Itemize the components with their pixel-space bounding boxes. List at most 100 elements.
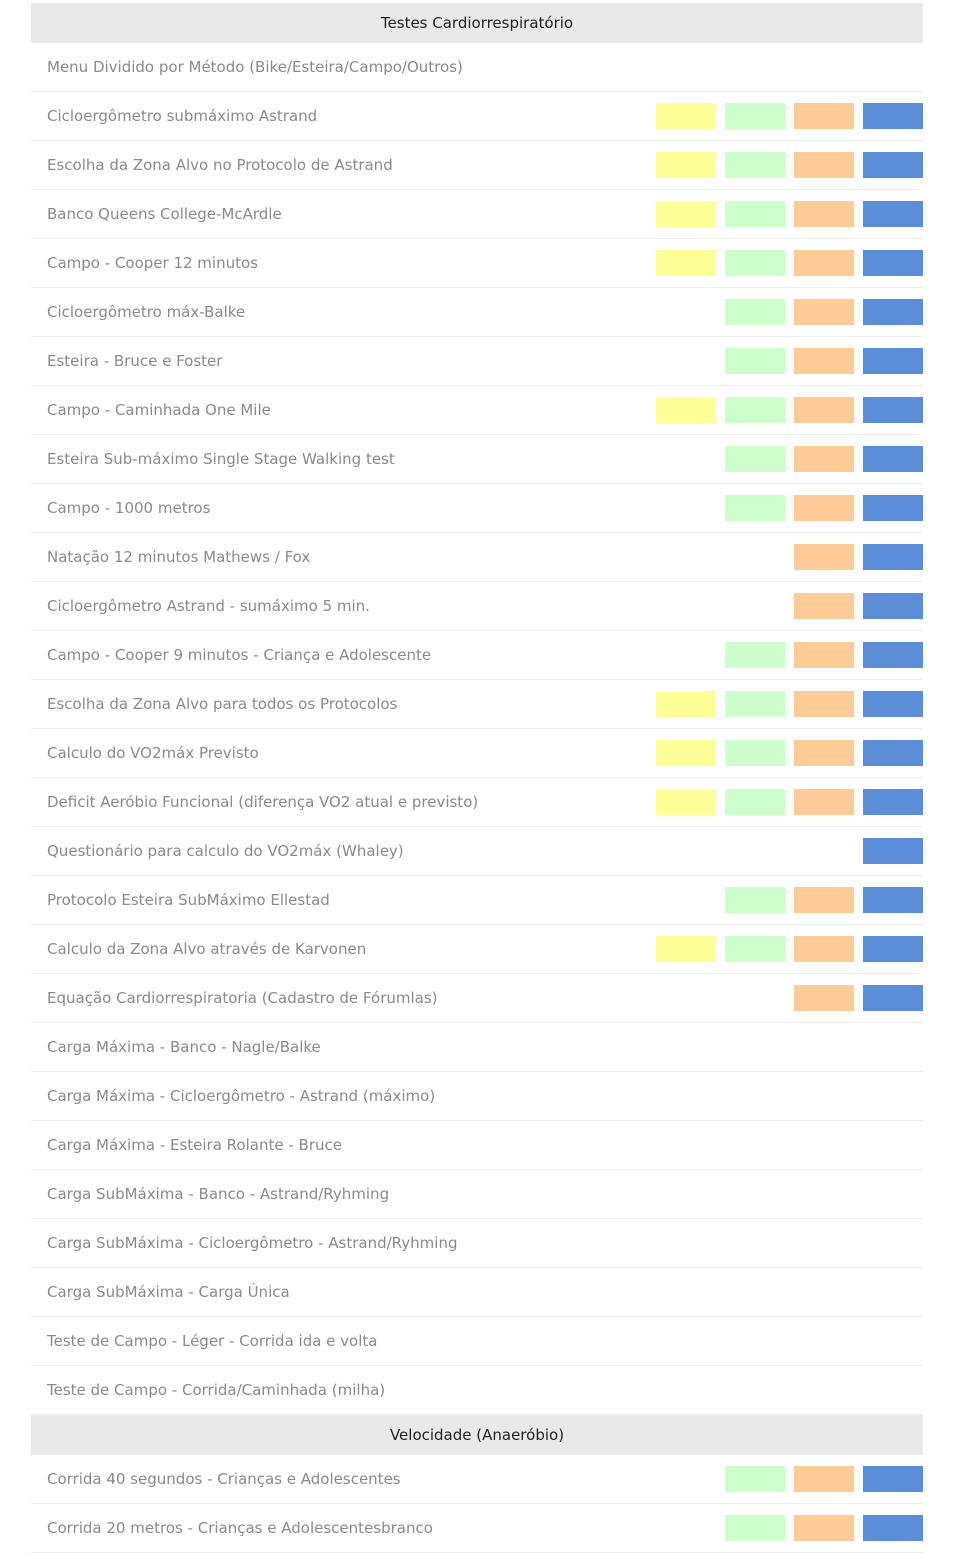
plan-indicators xyxy=(656,1132,923,1158)
table-row: Campo - Cooper 12 minutos xyxy=(31,239,923,288)
table-row: Carga SubMáxima - Banco - Astrand/Ryhmin… xyxy=(31,1170,923,1219)
plan-indicators xyxy=(656,1279,923,1305)
table-row: Questionário para calculo do VO2máx (Wha… xyxy=(31,827,923,876)
orange-box xyxy=(794,348,854,374)
orange-box xyxy=(794,740,854,766)
plan-indicators xyxy=(656,299,923,325)
table-row: Natação 12 minutos Mathews / Fox xyxy=(31,533,923,582)
yellow-box xyxy=(656,103,716,129)
plan-indicators xyxy=(656,1083,923,1109)
table-row: Campo - Cooper 9 minutos - Criança e Ado… xyxy=(31,631,923,680)
blue-box xyxy=(863,740,923,766)
table-row: Corrida 40 segundos - Crianças e Adolesc… xyxy=(31,1455,923,1504)
green-box xyxy=(725,152,785,178)
table-row: Esteira Sub-máximo Single Stage Walking … xyxy=(31,435,923,484)
plan-indicators xyxy=(656,642,923,668)
row-label: Campo - 1000 metros xyxy=(47,499,211,517)
table-row: Carga SubMáxima - Carga Única xyxy=(31,1268,923,1317)
blue-box xyxy=(863,642,923,668)
row-label: Questionário para calculo do VO2máx (Wha… xyxy=(47,842,404,860)
plan-indicators xyxy=(656,544,923,570)
blue-box xyxy=(863,250,923,276)
blue-box xyxy=(863,789,923,815)
plan-indicators xyxy=(656,1466,923,1492)
table-row: Carga Máxima - Cicloergômetro - Astrand … xyxy=(31,1072,923,1121)
row-label: Carga SubMáxima - Carga Única xyxy=(47,1283,290,1301)
blue-box xyxy=(863,985,923,1011)
blue-box xyxy=(863,691,923,717)
yellow-box xyxy=(656,789,716,815)
blue-box xyxy=(863,1466,923,1492)
green-box xyxy=(725,397,785,423)
plan-indicators xyxy=(656,54,923,80)
row-label: Calculo da Zona Alvo através de Karvonen xyxy=(47,940,367,958)
yellow-box xyxy=(656,152,716,178)
green-box xyxy=(725,789,785,815)
row-label: Campo - Caminhada One Mile xyxy=(47,401,271,419)
orange-box xyxy=(794,495,854,521)
yellow-box xyxy=(656,740,716,766)
row-label: Esteira Sub-máximo Single Stage Walking … xyxy=(47,450,395,468)
row-label: Teste de Campo - Léger - Corrida ida e v… xyxy=(47,1332,378,1350)
table-row: Teste de Campo - Corrida/Caminhada (milh… xyxy=(31,1366,923,1415)
table-row: Carga Máxima - Esteira Rolante - Bruce xyxy=(31,1121,923,1170)
blue-box xyxy=(863,152,923,178)
plan-indicators xyxy=(656,1181,923,1207)
row-label: Carga SubMáxima - Banco - Astrand/Ryhmin… xyxy=(47,1185,390,1203)
orange-box xyxy=(794,1515,854,1541)
plan-indicators xyxy=(656,103,923,129)
plan-indicators xyxy=(656,593,923,619)
row-label: Corrida 40 segundos - Crianças e Adolesc… xyxy=(47,1470,401,1488)
blue-box xyxy=(863,544,923,570)
yellow-box xyxy=(656,691,716,717)
green-box xyxy=(725,936,785,962)
row-label: Equação Cardiorrespiratoria (Cadastro de… xyxy=(47,989,438,1007)
plan-indicators xyxy=(656,250,923,276)
green-box xyxy=(725,103,785,129)
orange-box xyxy=(794,544,854,570)
orange-box xyxy=(794,201,854,227)
blue-box xyxy=(863,495,923,521)
plan-indicators xyxy=(656,1230,923,1256)
table-row: Carga Máxima - Banco - Nagle/Balke xyxy=(31,1023,923,1072)
green-box xyxy=(725,1466,785,1492)
feature-table: Testes Cardiorrespiratório Menu Dividido … xyxy=(31,3,923,1553)
blue-box xyxy=(863,936,923,962)
row-label: Carga Máxima - Cicloergômetro - Astrand … xyxy=(47,1087,436,1105)
blue-box xyxy=(863,1515,923,1541)
green-box xyxy=(725,642,785,668)
plan-indicators xyxy=(656,1034,923,1060)
blue-box xyxy=(863,446,923,472)
yellow-box xyxy=(656,936,716,962)
row-label: Carga Máxima - Esteira Rolante - Bruce xyxy=(47,1136,342,1154)
orange-box xyxy=(794,691,854,717)
row-label: Cicloergômetro submáximo Astrand xyxy=(47,107,318,125)
table-row: Escolha da Zona Alvo no Protocolo de Ast… xyxy=(31,141,923,190)
orange-box xyxy=(794,789,854,815)
orange-box xyxy=(794,593,854,619)
table-row: Cicloergômetro máx-Balke xyxy=(31,288,923,337)
table-row: Esteira - Bruce e Foster xyxy=(31,337,923,386)
orange-box xyxy=(794,152,854,178)
blue-box xyxy=(863,397,923,423)
yellow-box xyxy=(656,397,716,423)
table-row: Deficit Aeróbio Funcional (diferença VO2… xyxy=(31,778,923,827)
green-box xyxy=(725,250,785,276)
row-label: Carga Máxima - Banco - Nagle/Balke xyxy=(47,1038,321,1056)
green-box xyxy=(725,446,785,472)
table-row: Calculo da Zona Alvo através de Karvonen xyxy=(31,925,923,974)
table-row: Banco Queens College-McArdle xyxy=(31,190,923,239)
plan-indicators xyxy=(656,1328,923,1354)
table-row: Campo - 1000 metros xyxy=(31,484,923,533)
table-row: Protocolo Esteira SubMáximo Ellestad xyxy=(31,876,923,925)
green-box xyxy=(725,348,785,374)
table-row: Menu Dividido por Método (Bike/Esteira/C… xyxy=(31,43,923,92)
row-label: Teste de Campo - Corrida/Caminhada (milh… xyxy=(47,1381,386,1399)
orange-box xyxy=(794,397,854,423)
yellow-box xyxy=(656,250,716,276)
plan-indicators xyxy=(656,985,923,1011)
green-box xyxy=(725,691,785,717)
blue-box xyxy=(863,299,923,325)
row-label: Corrida 20 metros - Crianças e Adolescen… xyxy=(47,1519,433,1537)
orange-box xyxy=(794,250,854,276)
